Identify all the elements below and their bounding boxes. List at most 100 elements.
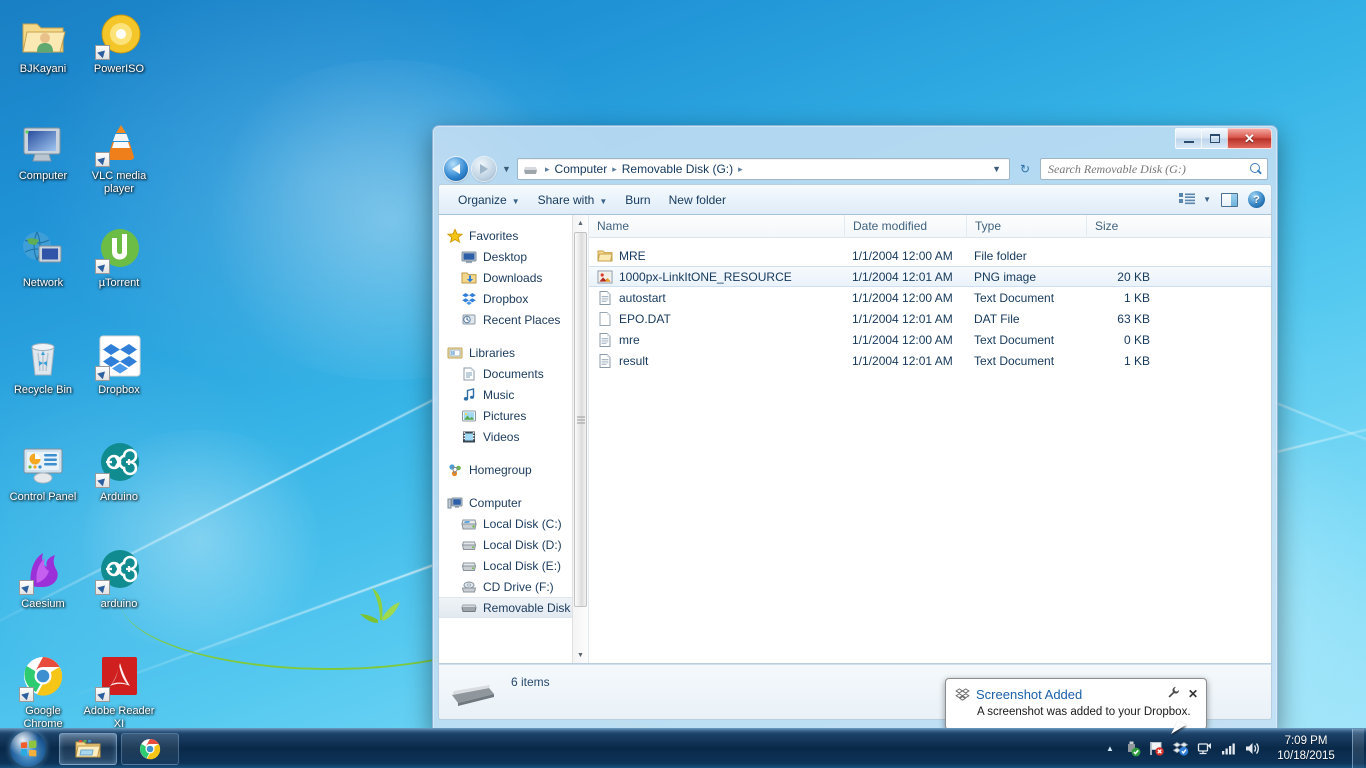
nav-item-downloads[interactable]: Downloads [439, 267, 588, 288]
table-row[interactable]: autostart 1/1/2004 12:00 AM Text Documen… [589, 287, 1271, 308]
action-center-flag-icon[interactable] [1144, 729, 1168, 768]
breadcrumb[interactable]: ▸ Computer ▸ Removable Disk (G:) ▸ ▼ [517, 158, 1010, 180]
start-button[interactable] [1, 730, 55, 768]
desktop-icon-network[interactable]: Network [6, 222, 80, 329]
desktop-icon-arduino-lowercase[interactable]: arduino [82, 543, 156, 650]
volume-icon[interactable] [1240, 729, 1264, 768]
nav-item-documents[interactable]: Documents [439, 363, 588, 384]
navigation-pane-scrollbar[interactable]: ▲ ▼ [572, 215, 588, 663]
safely-remove-hardware-icon[interactable] [1120, 729, 1144, 768]
table-row[interactable]: EPO.DAT 1/1/2004 12:01 AM DAT File 63 KB [589, 308, 1271, 329]
minimize-button[interactable] [1175, 128, 1202, 149]
desktop-icon-utorrent[interactable]: µTorrent [82, 222, 156, 329]
drive-icon [461, 558, 477, 574]
signal-bars-icon[interactable] [1216, 729, 1240, 768]
scroll-up-arrow-icon[interactable]: ▲ [573, 215, 588, 231]
file-date-cell: 1/1/2004 12:01 AM [852, 269, 953, 284]
nav-item-pictures[interactable]: Pictures [439, 405, 588, 426]
close-icon[interactable]: ✕ [1188, 687, 1198, 701]
table-row[interactable]: result 1/1/2004 12:01 AM Text Document 1… [589, 350, 1271, 371]
taskbar-item-windows-explorer[interactable] [59, 732, 117, 765]
nav-label: Local Disk (E:) [483, 558, 562, 573]
navigation-pane[interactable]: Favorites Desktop Downloads Dropbox Rece… [439, 215, 589, 663]
nav-header-computer[interactable]: Computer [439, 492, 588, 513]
help-icon[interactable]: ? [1248, 191, 1265, 208]
table-row[interactable]: 1000px-LinkItONE_RESOURCE 1/1/2004 12:01… [589, 266, 1271, 287]
desktop-icon-recycle-bin[interactable]: Recycle Bin [6, 329, 80, 436]
desktop-icon-label: Computer [18, 170, 68, 182]
file-name-cell: 1000px-LinkItONE_RESOURCE [589, 269, 844, 285]
refresh-button[interactable]: ↻ [1014, 158, 1036, 180]
notification-balloon[interactable]: Screenshot Added ✕ A screenshot was adde… [945, 678, 1207, 730]
file-date-cell: 1/1/2004 12:01 AM [852, 311, 953, 326]
column-header-type[interactable]: Type [966, 215, 1086, 238]
breadcrumb-separator: ▸ [545, 163, 550, 174]
nav-item-local-disk-e[interactable]: Local Disk (E:) [439, 555, 588, 576]
desktop-icon-poweriso[interactable]: PowerISO [82, 8, 156, 115]
nav-header-libraries[interactable]: Libraries [439, 342, 588, 363]
taskbar[interactable]: ▲ 7:09 PM 10/18/2015 [0, 728, 1366, 768]
scroll-down-arrow-icon[interactable]: ▼ [573, 647, 588, 663]
breadcrumb-item-computer[interactable]: Computer [553, 162, 610, 176]
breadcrumb-dropdown-icon[interactable]: ▼ [986, 164, 1007, 174]
scrollbar-thumb[interactable] [574, 232, 587, 607]
network-icon[interactable] [1192, 729, 1216, 768]
nav-item-removable-disk-g[interactable]: Removable Disk ( [439, 597, 588, 618]
windows-explorer-window[interactable]: ✕ ▼ ▸ Computer ▸ Removable Disk (G:) ▸ ▼… [432, 125, 1278, 733]
taskbar-item-google-chrome[interactable] [121, 732, 179, 765]
desktop-icon-arduino[interactable]: Arduino [82, 436, 156, 543]
file-name-cell: mre [589, 332, 844, 348]
desktop-icon-dropbox[interactable]: Dropbox [82, 329, 156, 436]
nav-item-recent-places[interactable]: Recent Places [439, 309, 588, 330]
desktop-icon-computer[interactable]: Computer [6, 115, 80, 222]
organize-button[interactable]: Organize ▼ [449, 189, 529, 211]
desktop-icon-label: Network [22, 277, 64, 289]
drive-icon [461, 537, 477, 553]
scrollbar-grip [576, 416, 585, 423]
preview-pane-icon[interactable] [1221, 192, 1238, 207]
change-view-icon[interactable] [1178, 192, 1196, 207]
nav-item-cd-drive-f[interactable]: CD Drive (F:) [439, 576, 588, 597]
recent-pages-dropdown[interactable]: ▼ [500, 157, 513, 181]
desktop[interactable]: BJKayani PowerISO Computer VLC media pla… [0, 0, 1366, 768]
maximize-button[interactable] [1201, 128, 1228, 149]
column-header-name[interactable]: Name [589, 215, 844, 238]
breadcrumb-item-removable-disk[interactable]: Removable Disk (G:) [620, 162, 735, 176]
desktop-icon-vlc-media-player[interactable]: VLC media player [82, 115, 156, 222]
shortcut-overlay-icon [95, 473, 110, 488]
burn-button[interactable]: Burn [616, 189, 659, 211]
breadcrumb-separator: ▸ [612, 163, 617, 174]
nav-item-dropbox[interactable]: Dropbox [439, 288, 588, 309]
new-folder-button[interactable]: New folder [660, 189, 735, 211]
nav-label: Pictures [483, 408, 527, 423]
nav-item-local-disk-d[interactable]: Local Disk (D:) [439, 534, 588, 555]
clock[interactable]: 7:09 PM 10/18/2015 [1264, 734, 1348, 764]
column-header-date-modified[interactable]: Date modified [844, 215, 966, 238]
nav-item-videos[interactable]: Videos [439, 426, 588, 447]
nav-header-homegroup[interactable]: Homegroup [439, 459, 588, 480]
forward-button[interactable] [472, 157, 496, 181]
search-box[interactable] [1040, 158, 1268, 180]
nav-item-local-disk-c[interactable]: Local Disk (C:) [439, 513, 588, 534]
desktop-icon-caesium[interactable]: Caesium [6, 543, 80, 650]
show-desktop-button[interactable] [1352, 728, 1364, 768]
nav-item-music[interactable]: Music [439, 384, 588, 405]
desktop-icon-control-panel[interactable]: Control Panel [6, 436, 80, 543]
nav-header-favorites[interactable]: Favorites [439, 225, 588, 246]
share-with-button[interactable]: Share with ▼ [529, 189, 617, 211]
search-input[interactable] [1048, 161, 1250, 177]
show-hidden-icons-arrow[interactable]: ▲ [1100, 744, 1120, 753]
view-dropdown-icon[interactable]: ▼ [1203, 195, 1211, 204]
close-button[interactable]: ✕ [1227, 128, 1272, 149]
table-row[interactable]: mre 1/1/2004 12:00 AM Text Document 0 KB [589, 329, 1271, 350]
table-row[interactable]: MRE 1/1/2004 12:00 AM File folder [589, 245, 1271, 266]
column-header-size[interactable]: Size [1086, 215, 1164, 238]
wrench-icon[interactable] [1167, 686, 1180, 702]
back-button[interactable] [444, 157, 468, 181]
desktop-icon-bjkayani[interactable]: BJKayani [6, 8, 80, 115]
file-list-pane[interactable]: Name Date modified Type Size MRE 1/1/200… [589, 215, 1271, 663]
title-bar[interactable]: ✕ [438, 126, 1272, 154]
nav-item-desktop[interactable]: Desktop [439, 246, 588, 267]
desktop-icon-label: Caesium [21, 598, 65, 610]
notification-header: Screenshot Added ✕ [955, 686, 1198, 702]
